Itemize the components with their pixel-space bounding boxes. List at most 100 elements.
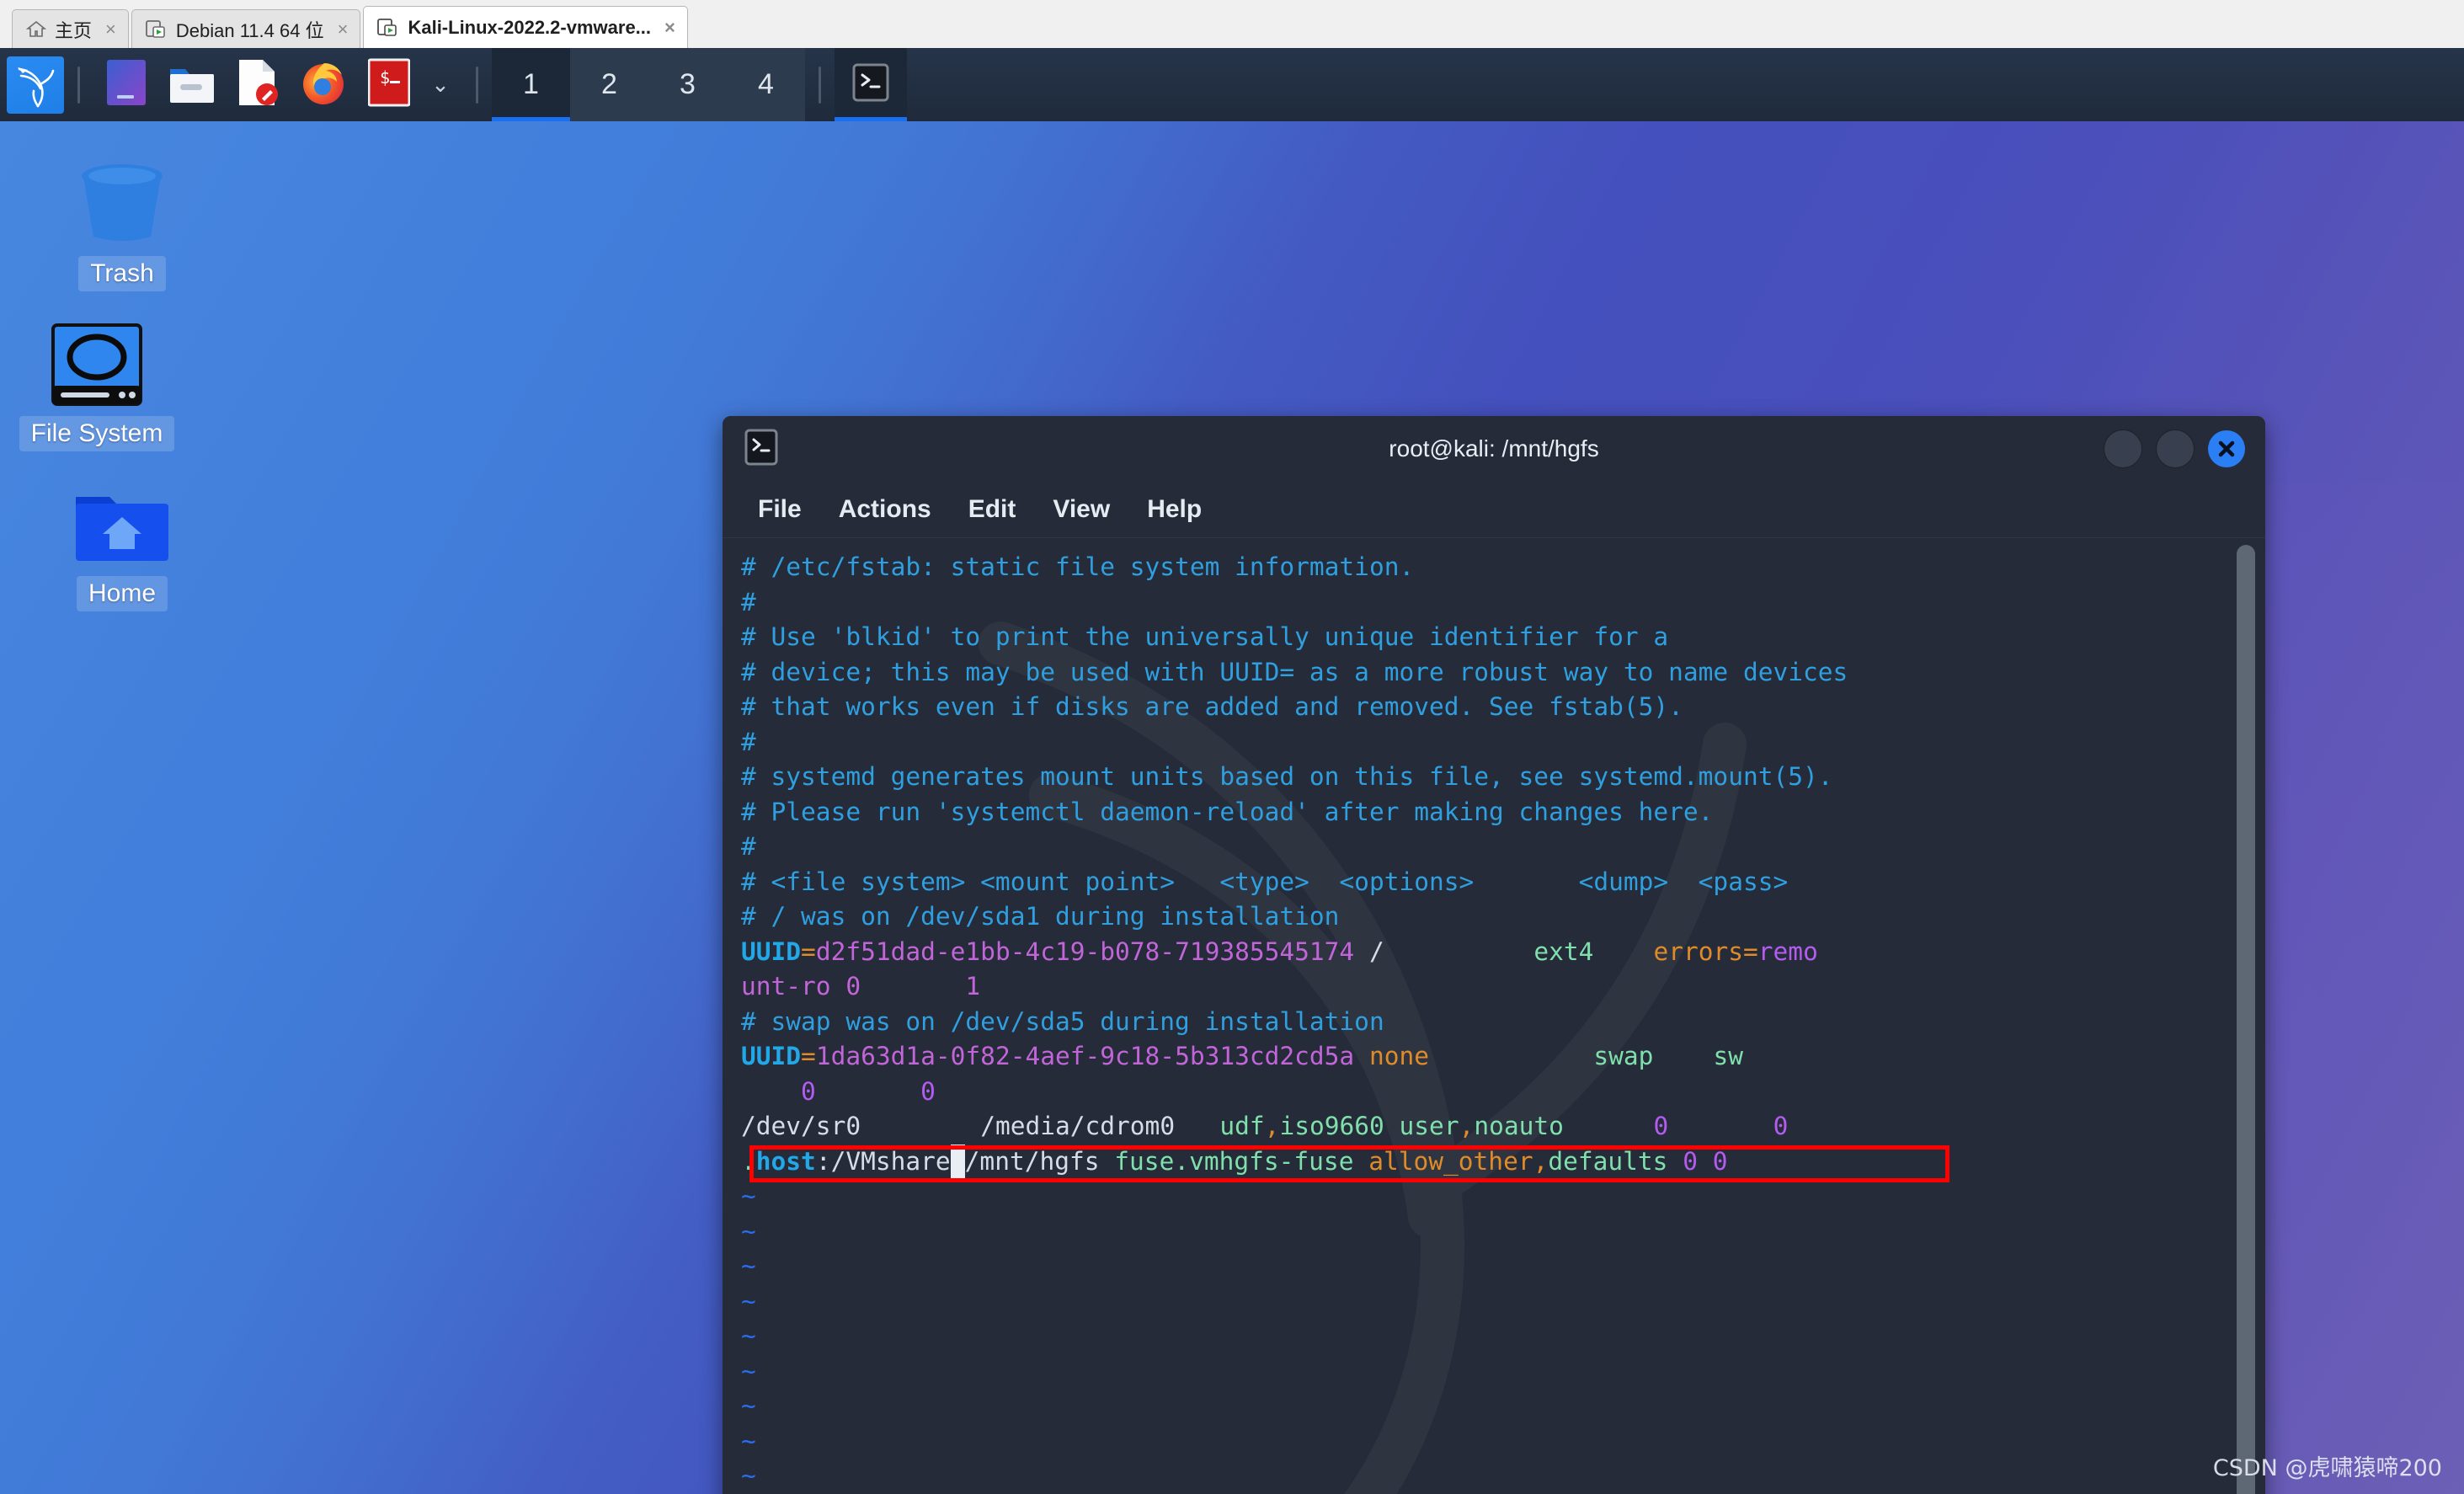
editor-line: # Use 'blkid' to print the universally u… bbox=[741, 620, 2265, 655]
editor-text-span bbox=[1667, 1147, 1683, 1176]
text-editor-launcher[interactable] bbox=[234, 58, 281, 112]
terminal-window[interactable]: root@kali: /mnt/hgfs File Actions Edit V… bbox=[723, 416, 2265, 1494]
editor-line: unt-ro 0 1 bbox=[741, 969, 2265, 1005]
maximize-button[interactable] bbox=[2156, 430, 2195, 468]
editor-text-span bbox=[1668, 1112, 1773, 1140]
firefox-icon bbox=[299, 58, 348, 111]
editor-line: # / was on /dev/sda1 during installation bbox=[741, 899, 2265, 935]
terminal-menubar: File Actions Edit View Help bbox=[723, 482, 2265, 538]
harddisk-icon bbox=[50, 315, 144, 408]
editor-text-span: defaults bbox=[1548, 1146, 1668, 1176]
task-button-terminal[interactable] bbox=[835, 48, 907, 121]
editor-text-span: # Please run 'systemctl daemon-reload' a… bbox=[741, 797, 1714, 826]
vmware-tab-kali[interactable]: Kali-Linux-2022.2-vmware... × bbox=[363, 6, 688, 48]
editor-line: # <file system> <mount point> <type> <op… bbox=[741, 865, 2265, 900]
editor-text-span: :/VMshare bbox=[815, 1146, 951, 1176]
desktop-icon-home[interactable]: Home bbox=[34, 475, 211, 611]
editor-text-span: ~ bbox=[741, 1461, 756, 1490]
kali-taskbar-panel: $ ⌄ 1 2 3 4 bbox=[0, 48, 2464, 121]
editor-line: ~ bbox=[741, 1319, 2265, 1354]
vmware-tab-home[interactable]: 主页 × bbox=[12, 9, 129, 48]
editor-line: ~ bbox=[741, 1284, 2265, 1320]
minimize-button[interactable] bbox=[2104, 430, 2142, 468]
editor-text-span: fuse.vmhgfs-fuse bbox=[1114, 1146, 1354, 1176]
vmware-tab-label: Kali-Linux-2022.2-vmware... bbox=[408, 16, 652, 38]
menu-file[interactable]: File bbox=[758, 495, 802, 524]
workspace-1[interactable]: 1 bbox=[492, 48, 570, 121]
tab-close-icon[interactable]: × bbox=[105, 19, 116, 40]
editor-line: ~ bbox=[741, 1354, 2265, 1390]
editor-line: UUID=1da63d1a-0f82-4aef-9c18-5b313cd2cd5… bbox=[741, 1039, 2265, 1075]
firefox-launcher[interactable] bbox=[300, 58, 347, 112]
editor-line: ~ bbox=[741, 1214, 2265, 1250]
highlighted-fstab-line: .host:/VMshare /mnt/hgfs fuse.vmhgfs-fus… bbox=[741, 1144, 2265, 1182]
terminal-scrollbar[interactable] bbox=[2237, 545, 2255, 1494]
editor-line: ~ bbox=[741, 1179, 2265, 1214]
workspace-4[interactable]: 4 bbox=[727, 48, 805, 121]
close-button[interactable] bbox=[2208, 430, 2245, 467]
workspace-2[interactable]: 2 bbox=[570, 48, 648, 121]
editor-text-span: = bbox=[801, 936, 816, 966]
editor-line: ~ bbox=[741, 1389, 2265, 1424]
terminal-purple-icon bbox=[106, 58, 147, 111]
vmware-tab-debian[interactable]: Debian 11.4 64 位 × bbox=[131, 9, 361, 48]
editor-text-span bbox=[1353, 1147, 1368, 1176]
vmware-tab-bar: 主页 × Debian 11.4 64 位 × Kali-Linux-2022.… bbox=[0, 0, 2464, 49]
close-icon bbox=[2218, 440, 2235, 457]
red-terminal-icon: $ bbox=[367, 58, 411, 111]
editor-line: # bbox=[741, 585, 2265, 621]
desktop-icon-trash[interactable]: Trash bbox=[34, 155, 211, 291]
menu-view[interactable]: View bbox=[1053, 495, 1110, 524]
editor-text-span: noauto bbox=[1474, 1112, 1564, 1140]
workspace-3[interactable]: 3 bbox=[648, 48, 727, 121]
editor-text-span: /mnt/hgfs bbox=[964, 1146, 1115, 1176]
editor-line: # bbox=[741, 725, 2265, 760]
csdn-watermark: CSDN @虎啸猿啼200 bbox=[2212, 1455, 2442, 1481]
editor-text-span: 1da63d1a-0f82-4aef-9c18-5b313cd2cd5a bbox=[815, 1042, 1355, 1070]
editor-text-span: # bbox=[741, 727, 756, 756]
editor-text-span: user bbox=[1399, 1112, 1459, 1140]
terminal-emulator-launcher[interactable] bbox=[103, 58, 150, 112]
editor-text-span: = bbox=[1743, 936, 1758, 966]
menu-edit[interactable]: Edit bbox=[968, 495, 1016, 524]
root-terminal-launcher[interactable]: $ bbox=[365, 58, 413, 112]
workspace-switcher: 1 2 3 4 bbox=[492, 48, 805, 121]
editor-text-span bbox=[861, 972, 965, 1000]
editor-text-span: ~ bbox=[741, 1321, 756, 1350]
tab-close-icon[interactable]: × bbox=[664, 17, 675, 39]
editor-line: # that works even if disks are added and… bbox=[741, 690, 2265, 725]
editor-text-span bbox=[1175, 1112, 1219, 1140]
folder-icon bbox=[168, 61, 216, 109]
panel-separator bbox=[819, 66, 821, 104]
desktop-icon-file-system[interactable]: File System bbox=[8, 315, 185, 451]
editor-text-span: host bbox=[755, 1146, 816, 1176]
scrollbar-thumb[interactable] bbox=[2237, 545, 2255, 1494]
menu-actions[interactable]: Actions bbox=[839, 495, 931, 524]
vmware-tab-label: 主页 bbox=[55, 19, 93, 41]
desktop-icon-label: Trash bbox=[78, 256, 166, 291]
menu-help[interactable]: Help bbox=[1147, 495, 1202, 524]
editor-text-span: UUID bbox=[741, 936, 802, 966]
desktop-area: Trash File System Home root@kali: /mnt/h… bbox=[0, 121, 2464, 1494]
editor-line: .host:/VMshare /mnt/hgfs fuse.vmhgfs-fus… bbox=[741, 1144, 2265, 1179]
editor-text-span: # device; this may be used with UUID= as… bbox=[741, 657, 1848, 686]
editor-line: ~ bbox=[741, 1249, 2265, 1284]
editor-line: # systemd generates mount units based on… bbox=[741, 760, 2265, 795]
desktop-icon-label: Home bbox=[76, 576, 168, 611]
editor-text-span: ~ bbox=[741, 1182, 756, 1210]
editor-text-span: 0 bbox=[1653, 1112, 1669, 1140]
editor-text-span: / bbox=[1368, 936, 1384, 966]
terminal-content-area[interactable]: # /etc/fstab: static file system informa… bbox=[723, 538, 2265, 1494]
editor-text-span: errors bbox=[1653, 936, 1744, 966]
editor-text-span: ~ bbox=[741, 1391, 756, 1420]
editor-line: 0 0 bbox=[741, 1075, 2265, 1110]
editor-line: # swap was on /dev/sda5 during installat… bbox=[741, 1005, 2265, 1040]
file-manager-launcher[interactable] bbox=[168, 58, 216, 112]
editor-text-span: ext4 bbox=[1533, 936, 1594, 966]
editor-text-span: UUID bbox=[741, 1042, 802, 1070]
chevron-down-icon[interactable]: ⌄ bbox=[425, 72, 456, 98]
editor-text-span bbox=[950, 1144, 965, 1179]
terminal-titlebar[interactable]: root@kali: /mnt/hgfs bbox=[723, 416, 2265, 482]
tab-close-icon[interactable]: × bbox=[338, 19, 349, 40]
kali-applications-menu-button[interactable] bbox=[7, 56, 64, 114]
